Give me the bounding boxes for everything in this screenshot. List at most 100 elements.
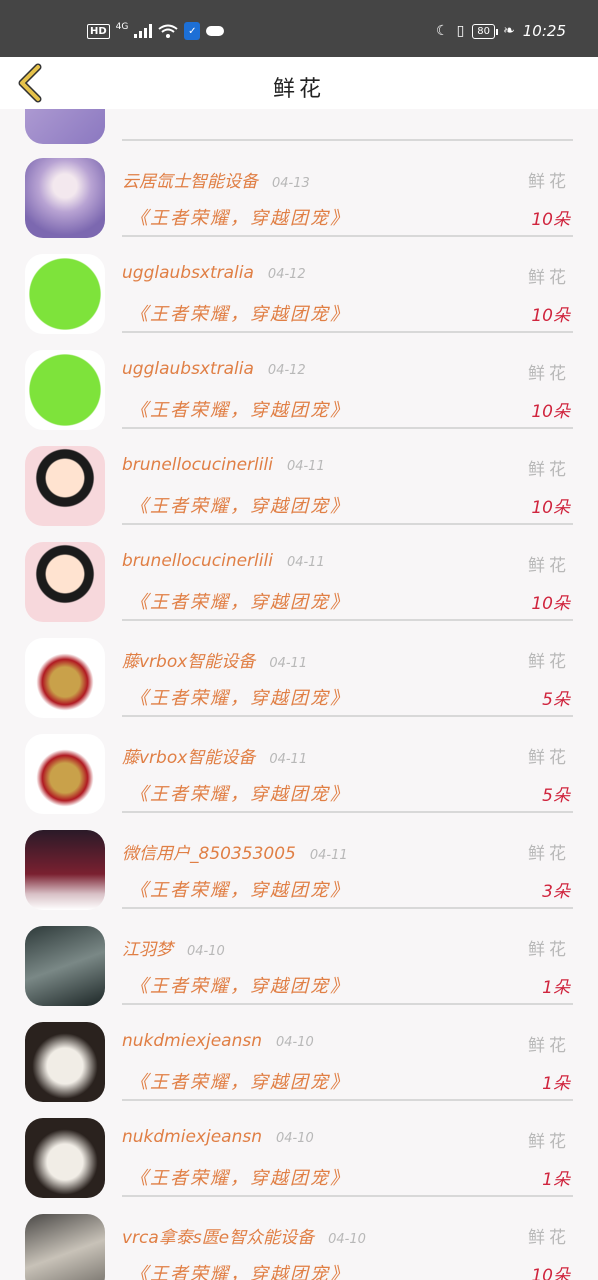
gift-type: 鲜花 <box>528 748 570 768</box>
avatar[interactable] <box>25 734 105 814</box>
sender-name: 藤vrbox智能设备 04-11 <box>122 743 307 768</box>
shield-icon: ✓ <box>184 22 201 40</box>
avatar[interactable] <box>25 158 105 238</box>
list-item[interactable]: nukdmiexjeansn 04-10 鲜花《王者荣耀，穿越团宠》 1朵 <box>0 1092 598 1198</box>
gift-type: 鲜花 <box>528 172 570 192</box>
gift-date: 04-11 <box>269 656 308 671</box>
gift-count: 10朵 <box>531 306 570 326</box>
clock: 10:25 <box>522 22 566 40</box>
gift-date: 04-10 <box>276 1035 314 1050</box>
page-title: 鲜花 <box>272 77 325 102</box>
avatar[interactable] <box>25 638 105 718</box>
avatar[interactable] <box>25 1118 105 1198</box>
gift-type: 鲜花 <box>528 1036 570 1056</box>
list-item[interactable]: 藤vrbox智能设备 04-11 鲜花 《王者荣耀，穿越团宠》 5朵 <box>0 612 598 718</box>
gift-date: 04-10 <box>187 944 225 959</box>
sender-name-text: 藤vrbox智能设备 <box>122 748 256 768</box>
list-item[interactable]: 江羽梦 04-10 鲜花 《王者荣耀，穿越团宠》 1朵 <box>0 900 598 1006</box>
gift-type: 鲜花 <box>528 1228 570 1248</box>
moon-icon: ☾ <box>436 23 449 39</box>
work-title: 《王者荣耀，穿越团宠》 <box>130 400 350 421</box>
gift-count: 5朵 <box>542 786 570 806</box>
list-item[interactable]: 藤vrbox智能设备 04-11 鲜花 《王者荣耀，穿越团宠》 5朵 <box>0 708 598 814</box>
battery-icon: 80 <box>472 23 498 39</box>
hd-badge: HD <box>87 23 110 39</box>
gift-type: 鲜花 <box>528 940 570 960</box>
gift-count: 1朵 <box>542 1170 570 1190</box>
work-title: 《王者荣耀，穿越团宠》 <box>130 688 350 709</box>
avatar[interactable] <box>25 830 105 910</box>
list-item[interactable]: vrca拿泰s匮e智众能设备 04-10 鲜花《王者荣耀，穿越团宠》 10朵 <box>0 1188 598 1280</box>
list-item[interactable]: ugglaubsxtralia 04-12 鲜花 《王者荣耀，穿越团宠》 10朵 <box>0 228 598 334</box>
list-item[interactable]: brunellocucinerlili 04-11 鲜花《王者荣耀，穿越团宠》 10朵 <box>0 516 598 622</box>
gift-type: 鲜花 <box>528 844 570 864</box>
signal-icon <box>134 24 153 38</box>
avatar[interactable] <box>25 446 105 526</box>
sender-name: 藤vrbox智能设备 04-11 <box>122 647 307 672</box>
gift-count: 10朵 <box>531 498 570 518</box>
gift-count: 1朵 <box>542 1074 570 1094</box>
header-bar: 鲜花 <box>0 57 598 109</box>
work-title: 《王者荣耀，穿越团宠》 <box>130 496 350 517</box>
status-left: HD 4G ✓ <box>87 22 225 40</box>
status-right: ☾ ▯ 80 ❧ 10:25 <box>436 22 566 40</box>
avatar[interactable] <box>25 926 105 1006</box>
gift-type: 鲜花 <box>528 1132 570 1152</box>
avatar[interactable] <box>25 1022 105 1102</box>
work-title: 《王者荣耀，穿越团宠》 <box>130 1168 350 1189</box>
avatar[interactable] <box>25 350 105 430</box>
sender-name: nukdmiexjeansn 04-10 <box>122 1031 314 1051</box>
work-title: 《王者荣耀，穿越团宠》 <box>130 208 350 229</box>
sender-name-text: ugglaubsxtralia <box>122 263 254 283</box>
sender-name-text: brunellocucinerlili <box>122 551 273 571</box>
sender-name: 微信用户_850353005 04-11 <box>122 839 348 864</box>
sender-name-text: vrca拿泰s匮e智众能设备 <box>122 1228 315 1248</box>
gift-count: 3朵 <box>542 882 570 902</box>
sender-name: nukdmiexjeansn 04-10 <box>122 1127 314 1147</box>
work-title: 《王者荣耀，穿越团宠》 <box>130 592 350 613</box>
gift-type: 鲜花 <box>528 460 570 480</box>
gift-type: 鲜花 <box>528 652 570 672</box>
gift-count: 10朵 <box>531 594 570 614</box>
avatar[interactable] <box>25 254 105 334</box>
sender-name: brunellocucinerlili 04-11 <box>122 455 325 475</box>
list-item[interactable]: 云居氙士智能设备 04-13 鲜花 《王者荣耀，穿越团宠》 10朵 <box>0 132 598 238</box>
list-item[interactable] <box>0 109 598 144</box>
sender-name-text: 藤vrbox智能设备 <box>122 652 256 672</box>
gift-type: 鲜花 <box>528 556 570 576</box>
sender-name-text: ugglaubsxtralia <box>122 359 254 379</box>
vibrate-icon: ▯ <box>456 23 465 39</box>
gift-count: 10朵 <box>531 1266 570 1280</box>
sender-name: brunellocucinerlili 04-11 <box>122 551 325 571</box>
sender-name-text: brunellocucinerlili <box>122 455 273 475</box>
work-title: 《王者荣耀，穿越团宠》 <box>130 304 350 325</box>
flower-list[interactable]: 云居氙士智能设备 04-13 鲜花 《王者荣耀，穿越团宠》 10朵 ugglaubsxtr… <box>0 109 598 1280</box>
sender-name: 江羽梦 04-10 <box>122 935 225 960</box>
work-title: 《王者荣耀，穿越团宠》 <box>130 1072 350 1093</box>
list-item[interactable]: 微信用户_850353005 04-11 鲜花《王者荣耀，穿越团宠》 3朵 <box>0 804 598 910</box>
gift-date: 04-12 <box>267 267 306 282</box>
avatar[interactable] <box>25 1214 105 1280</box>
gift-count: 10朵 <box>531 402 570 422</box>
sender-name: vrca拿泰s匮e智众能设备 04-10 <box>122 1223 366 1248</box>
sender-name-text: 云居氙士智能设备 <box>122 172 258 192</box>
gift-date: 04-12 <box>267 363 306 378</box>
network-type: 4G <box>115 22 129 32</box>
sender-name: ugglaubsxtralia 04-12 <box>122 359 306 379</box>
work-title: 《王者荣耀，穿越团宠》 <box>130 976 350 997</box>
list-item[interactable]: ugglaubsxtralia 04-12 鲜花 《王者荣耀，穿越团宠》 10朵 <box>0 324 598 430</box>
work-title: 《王者荣耀，穿越团宠》 <box>130 1264 350 1280</box>
work-title: 《王者荣耀，穿越团宠》 <box>130 880 350 901</box>
gift-date: 04-11 <box>286 555 325 570</box>
gift-date: 04-13 <box>272 176 310 191</box>
avatar[interactable] <box>25 542 105 622</box>
gift-date: 04-10 <box>276 1131 314 1146</box>
cloud-icon <box>206 26 225 36</box>
gift-date: 04-11 <box>269 752 308 767</box>
wifi-icon <box>158 24 178 38</box>
gift-date: 04-10 <box>328 1232 366 1247</box>
status-bar: HD 4G ✓ ☾ ▯ 80 ❧ 10:25 <box>0 0 598 57</box>
list-item[interactable]: brunellocucinerlili 04-11 鲜花《王者荣耀，穿越团宠》 10朵 <box>0 420 598 526</box>
gift-date: 04-11 <box>309 848 348 863</box>
list-item[interactable]: nukdmiexjeansn 04-10 鲜花《王者荣耀，穿越团宠》 1朵 <box>0 996 598 1102</box>
